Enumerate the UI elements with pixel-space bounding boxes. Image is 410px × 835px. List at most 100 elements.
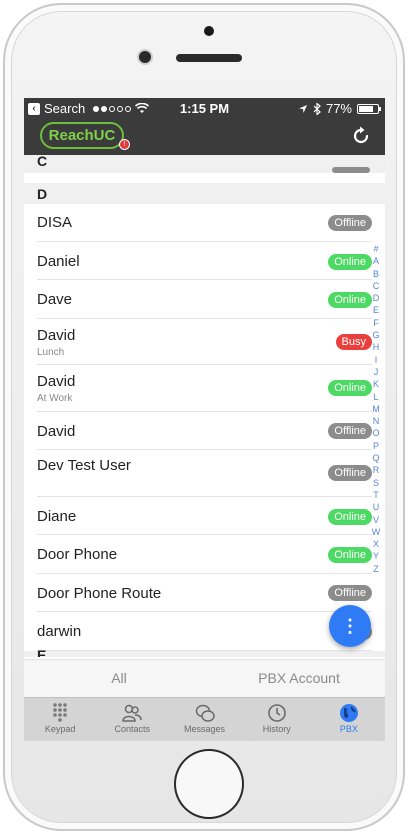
globe-icon — [339, 704, 358, 722]
contact-name: Door Phone Route — [37, 585, 162, 602]
index-letter[interactable]: J — [371, 366, 381, 378]
index-letter[interactable]: L — [371, 391, 381, 403]
contact-name: David — [37, 373, 76, 390]
index-letter[interactable]: E — [371, 304, 381, 316]
tab-messages[interactable]: Messages — [168, 698, 240, 741]
contact-row[interactable]: Door Phone Online — [37, 535, 372, 574]
bluetooth-icon — [313, 102, 321, 115]
contact-row[interactable]: Dave Online — [37, 280, 372, 319]
index-letter[interactable]: H — [371, 341, 381, 353]
index-letter[interactable]: U — [371, 501, 381, 513]
contact-row[interactable]: Daniel Online — [37, 242, 372, 280]
status-badge: Online — [328, 547, 372, 563]
location-icon — [298, 104, 307, 113]
contact-row[interactable]: Diane Online — [37, 497, 372, 535]
contact-name: darwin — [37, 623, 82, 640]
index-letter[interactable]: # — [371, 243, 381, 255]
index-letter[interactable]: X — [371, 538, 381, 550]
status-badge: Online — [328, 380, 372, 396]
status-badge: Offline — [328, 423, 372, 439]
contact-name: Diane — [37, 508, 77, 525]
index-letter[interactable]: C — [371, 280, 381, 292]
contact-name: David — [37, 327, 76, 344]
status-badge: Online — [328, 509, 372, 525]
tab-label: History — [262, 724, 291, 734]
filter-all-tab[interactable]: All — [24, 670, 214, 686]
index-letter[interactable]: D — [371, 292, 381, 304]
contacts-icon — [122, 704, 143, 722]
filter-bar: All PBX Account — [24, 659, 385, 698]
status-badge: Online — [328, 254, 372, 270]
index-letter[interactable]: S — [371, 477, 381, 489]
index-letter[interactable]: F — [371, 317, 381, 329]
status-badge: Offline — [328, 215, 372, 231]
status-badge: Busy — [335, 334, 372, 350]
status-badge: Offline — [328, 585, 372, 601]
tab-bar: Keypad Contacts Messages History PBX — [24, 697, 385, 741]
battery-percent: 77% — [325, 101, 352, 116]
camera-dot — [204, 26, 214, 36]
battery-icon — [357, 103, 381, 114]
tab-label: Messages — [183, 724, 226, 734]
index-letter[interactable]: M — [371, 403, 381, 415]
tab-label: Contacts — [114, 724, 151, 734]
alphabet-index[interactable]: # A B C D E F G H I J K L M N O P Q R S T U V W X Y Z — [371, 243, 381, 575]
contact-row[interactable]: David At Work Online — [37, 365, 372, 412]
contact-name: Dave — [37, 291, 73, 308]
index-letter[interactable]: Z — [371, 563, 381, 575]
index-letter[interactable]: R — [371, 464, 381, 476]
index-letter[interactable]: Q — [371, 452, 381, 464]
index-letter[interactable]: O — [371, 427, 381, 439]
reachuc-logo: ReachUC — [40, 122, 124, 149]
index-letter[interactable]: K — [371, 378, 381, 390]
messages-icon — [195, 704, 215, 722]
index-letter[interactable]: P — [371, 440, 381, 452]
status-bar: ‹ Search 1:15 PM 77% — [24, 98, 385, 120]
contact-name: Daniel — [37, 253, 80, 270]
index-letter[interactable]: G — [371, 329, 381, 341]
contact-row[interactable]: David Offline — [37, 412, 372, 450]
contact-name: DISA — [37, 214, 73, 231]
index-letter[interactable]: T — [371, 489, 381, 501]
tab-history[interactable]: History — [241, 698, 313, 741]
index-letter[interactable]: V — [371, 514, 381, 526]
contact-row[interactable]: Door Phone Route Offline — [37, 574, 372, 612]
index-letter[interactable]: B — [371, 268, 381, 280]
section-header-c: C — [24, 155, 385, 173]
index-letter[interactable]: N — [371, 415, 381, 427]
contact-row[interactable]: Dev Test User Offline — [37, 450, 372, 497]
keypad-icon — [53, 703, 67, 722]
index-letter[interactable]: A — [371, 255, 381, 267]
status-right: 77% — [298, 101, 381, 116]
contact-list[interactable]: C D DISA Offline Daniel Online Dave Onli… — [24, 155, 385, 659]
status-badge: Offline — [328, 465, 372, 481]
contact-row[interactable]: David Lunch Busy — [37, 319, 372, 365]
earpiece-speaker — [176, 54, 242, 62]
section-header-d: D — [24, 183, 385, 204]
tab-pbx[interactable]: PBX — [313, 698, 385, 741]
contact-row[interactable]: darwin — [37, 612, 372, 651]
contact-status-note: At Work — [37, 393, 73, 404]
refresh-icon[interactable] — [349, 124, 373, 148]
tab-contacts[interactable]: Contacts — [96, 698, 168, 741]
section-header-e: E — [24, 647, 385, 657]
tab-label: Keypad — [44, 724, 76, 734]
history-icon — [267, 704, 286, 722]
index-letter[interactable]: I — [371, 354, 381, 366]
more-actions-button[interactable]: ⋮ — [329, 605, 371, 647]
app-header: ReachUC ! — [24, 120, 385, 155]
front-camera — [139, 51, 151, 63]
app-screen: ‹ Search 1:15 PM 77% ReachUC ! C D DISA … — [24, 98, 385, 741]
index-letter[interactable]: W — [371, 526, 381, 538]
index-letter[interactable]: Y — [371, 550, 381, 562]
section-gap — [24, 173, 385, 183]
tab-label: PBX — [339, 724, 358, 734]
filter-pbx-account-tab[interactable]: PBX Account — [214, 670, 384, 686]
tab-keypad[interactable]: Keypad — [24, 698, 96, 741]
home-button[interactable] — [176, 751, 242, 817]
contact-name: Dev Test User — [37, 457, 131, 474]
contact-row[interactable]: DISA Offline — [37, 204, 372, 242]
contact-name: Door Phone — [37, 546, 118, 563]
contact-status-note: Lunch — [37, 347, 65, 358]
contact-name: David — [37, 423, 76, 440]
